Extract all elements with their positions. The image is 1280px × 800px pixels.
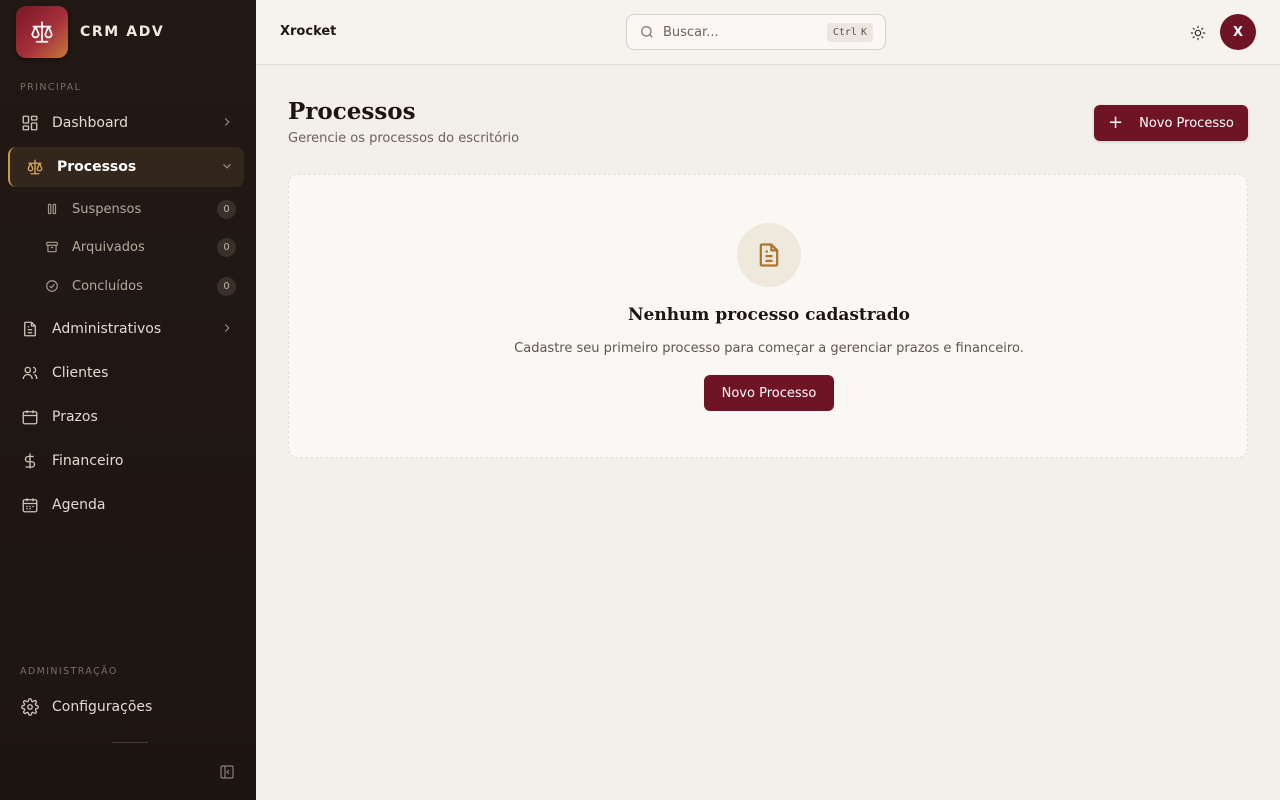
count-badge: 0: [217, 238, 236, 257]
sidebar-subitem-label: Concluídos: [72, 278, 143, 294]
chevron-right-icon: [220, 115, 234, 133]
new-process-button[interactable]: + Novo Processo: [1094, 105, 1248, 141]
sidebar-subitem-label: Suspensos: [72, 201, 142, 217]
sidebar-collapse-button[interactable]: [218, 763, 236, 781]
archive-icon: [44, 239, 60, 255]
sidebar-item-label: Financeiro: [52, 453, 124, 469]
empty-state-new-process-button[interactable]: Novo Processo: [704, 375, 834, 411]
theme-toggle-button[interactable]: [1188, 23, 1208, 43]
search-placeholder: Buscar...: [663, 24, 719, 40]
sidebar-item-label: Processos: [57, 159, 137, 175]
keyboard-shortcut: Ctrl K: [826, 23, 873, 42]
scale-icon: [31, 21, 53, 43]
workspace-name[interactable]: Xrocket: [280, 24, 336, 39]
sidebar-item-processos[interactable]: Processos: [8, 147, 244, 187]
sidebar-item-configuracoes[interactable]: Configurações: [8, 687, 244, 727]
page-title: Processos: [288, 98, 416, 125]
shortcut-ctrl: Ctrl: [832, 27, 857, 38]
empty-state-title: Nenhum processo cadastrado: [628, 305, 910, 325]
brand-logo: [16, 6, 68, 58]
sidebar-item-label: Administrativos: [52, 321, 162, 337]
sidebar-item-dashboard[interactable]: Dashboard: [8, 103, 244, 143]
users-icon: [20, 363, 40, 383]
empty-state-card: Nenhum processo cadastrado Cadastre seu …: [288, 174, 1248, 458]
file-text-icon: [737, 223, 801, 287]
sidebar-subitem-suspensos[interactable]: Suspensos 0: [44, 193, 238, 225]
document-icon: [20, 319, 40, 339]
new-process-button-label: Novo Processo: [1139, 115, 1234, 131]
count-badge: 0: [217, 277, 236, 296]
section-label-administracao: ADMINISTRAÇÃO: [20, 666, 118, 677]
chevron-down-icon: [220, 159, 234, 177]
calendar-icon: [20, 407, 40, 427]
gear-icon: [20, 697, 40, 717]
scale-icon: [25, 157, 45, 177]
sidebar-subitem-arquivados[interactable]: Arquivados 0: [44, 231, 238, 263]
chevron-right-icon: [220, 321, 234, 339]
sidebar-item-financeiro[interactable]: Financeiro: [8, 441, 244, 481]
check-circle-icon: [44, 278, 60, 294]
plus-icon: +: [1108, 112, 1124, 133]
sidebar-item-label: Clientes: [52, 365, 109, 381]
brand-name: CRM ADV: [80, 24, 165, 40]
pause-icon: [44, 201, 60, 217]
sidebar-item-label: Configurações: [52, 699, 153, 715]
sidebar-item-administrativos[interactable]: Administrativos: [8, 309, 244, 349]
sidebar-item-agenda[interactable]: Agenda: [8, 485, 244, 525]
empty-state-description: Cadastre seu primeiro processo para come…: [514, 341, 1024, 356]
search-icon: [639, 24, 655, 40]
shortcut-key: K: [860, 27, 867, 38]
sidebar: CRM ADV PRINCIPAL Dashboard Processos Su…: [0, 0, 256, 800]
sidebar-item-prazos[interactable]: Prazos: [8, 397, 244, 437]
top-header: Xrocket Buscar... Ctrl K X: [256, 0, 1280, 65]
dollar-icon: [20, 451, 40, 471]
sidebar-item-label: Agenda: [52, 497, 106, 513]
panel-collapse-icon: [220, 765, 234, 779]
sidebar-item-label: Dashboard: [52, 115, 128, 131]
search-input[interactable]: Buscar... Ctrl K: [626, 14, 886, 50]
sidebar-item-label: Prazos: [52, 409, 98, 425]
avatar[interactable]: X: [1220, 14, 1256, 50]
dashboard-icon: [20, 113, 40, 133]
sun-icon: [1190, 25, 1206, 41]
sidebar-item-clientes[interactable]: Clientes: [8, 353, 244, 393]
calendar-grid-icon: [20, 495, 40, 515]
sidebar-subitem-concluidos[interactable]: Concluídos 0: [44, 270, 238, 302]
brand[interactable]: CRM ADV: [16, 6, 164, 58]
sidebar-subitem-label: Arquivados: [72, 239, 145, 255]
count-badge: 0: [217, 200, 236, 219]
section-label-principal: PRINCIPAL: [20, 82, 82, 93]
page-subtitle: Gerencie os processos do escritório: [288, 131, 520, 146]
sidebar-divider: [112, 742, 148, 743]
